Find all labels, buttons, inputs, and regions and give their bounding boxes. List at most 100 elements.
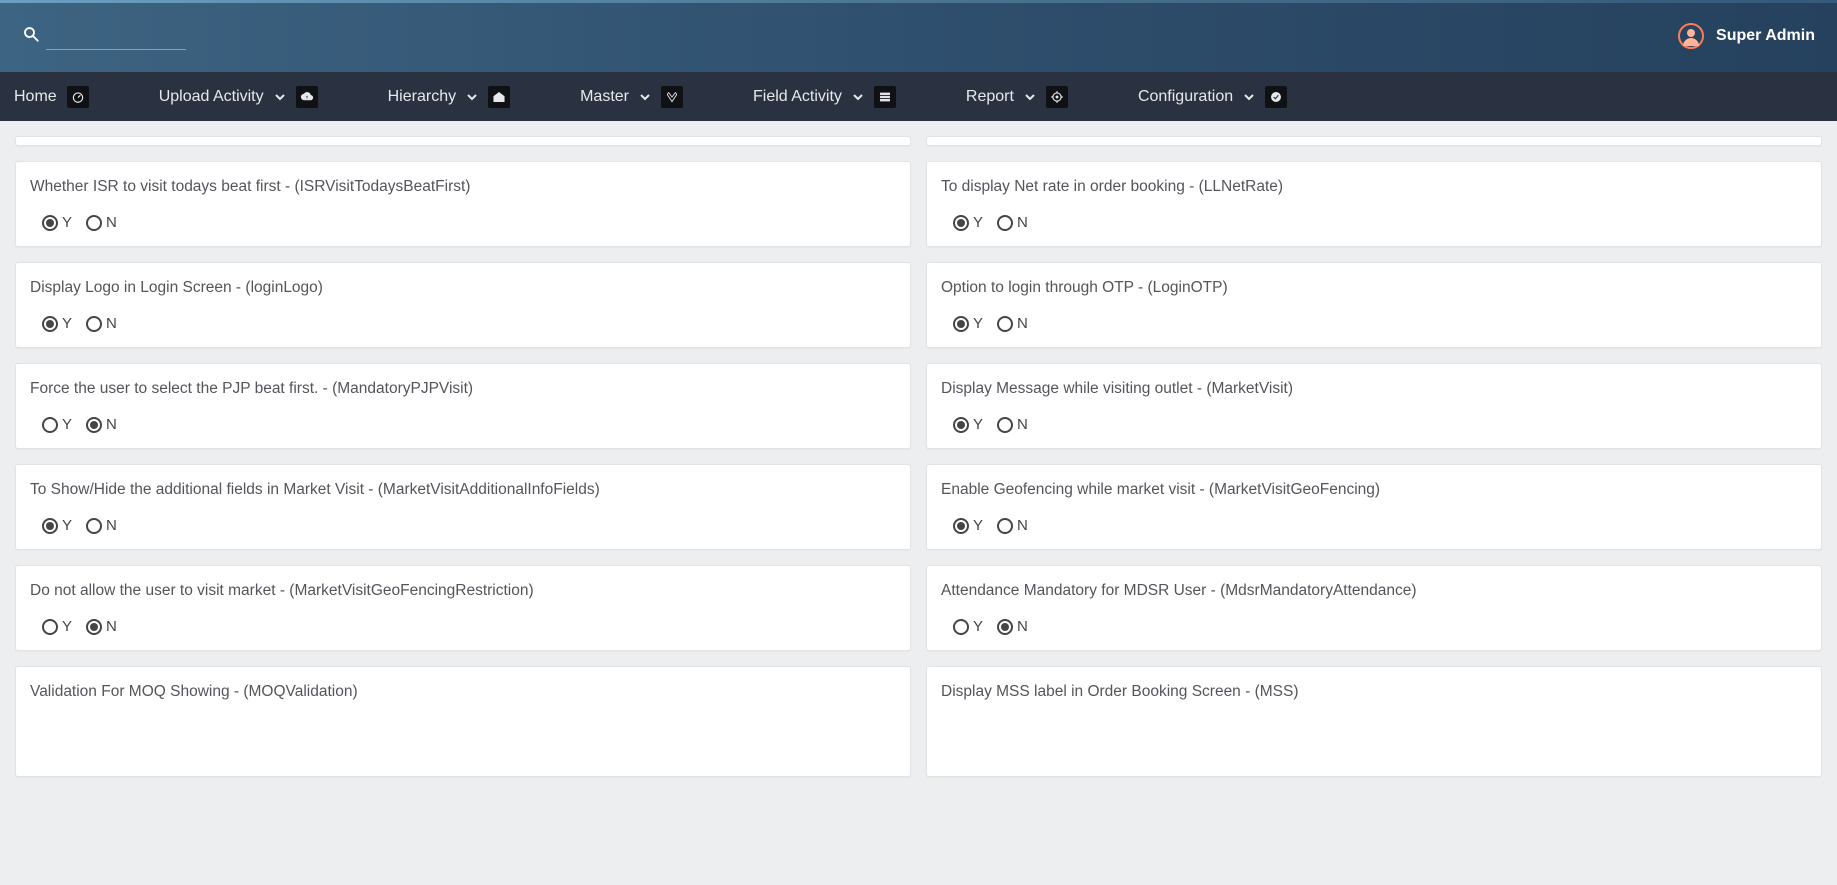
option-label: Y [62, 214, 72, 231]
settings-card-title: Validation For MOQ Showing - (MOQValidat… [30, 683, 896, 701]
header-accent-line [0, 0, 1837, 3]
option-no[interactable]: N [997, 618, 1028, 635]
radio-icon [86, 518, 102, 534]
settings-card-options: YN [941, 618, 1807, 635]
radio-icon [997, 518, 1013, 534]
settings-card-options: YN [941, 517, 1807, 534]
check-circle-icon [1265, 86, 1287, 108]
user-wrap[interactable]: Super Admin [1678, 23, 1815, 49]
radio-icon [997, 619, 1013, 635]
chevron-down-icon [1243, 91, 1255, 103]
radio-icon [997, 316, 1013, 332]
settings-card-options: YN [941, 416, 1807, 433]
radio-icon [42, 215, 58, 231]
settings-card-options: YN [941, 214, 1807, 231]
option-label: N [1017, 315, 1028, 332]
content: Whether ISR to visit todays beat first -… [0, 121, 1837, 885]
settings-card: Validation For MOQ Showing - (MOQValidat… [15, 666, 911, 777]
option-no[interactable]: N [86, 618, 117, 635]
settings-card-peek [15, 136, 911, 146]
settings-card: Force the user to select the PJP beat fi… [15, 363, 911, 449]
settings-card: To Show/Hide the additional fields in Ma… [15, 464, 911, 550]
nav-bar: Home Upload Activity Hierarchy Master Fi… [0, 72, 1837, 121]
radio-icon [953, 518, 969, 534]
radio-icon [42, 417, 58, 433]
option-no[interactable]: N [86, 315, 117, 332]
option-no[interactable]: N [86, 416, 117, 433]
chevron-down-icon [639, 91, 651, 103]
option-yes[interactable]: Y [42, 517, 72, 534]
option-no[interactable]: N [997, 214, 1028, 231]
option-label: Y [973, 214, 983, 231]
nav-item-configuration[interactable]: Configuration [1138, 86, 1287, 108]
option-label: Y [973, 416, 983, 433]
settings-card-options: YN [941, 315, 1807, 332]
cloud-up-icon [296, 86, 318, 108]
option-label: Y [973, 315, 983, 332]
option-label: N [106, 618, 117, 635]
radio-icon [953, 619, 969, 635]
option-label: Y [62, 416, 72, 433]
radio-icon [42, 316, 58, 332]
option-label: N [106, 517, 117, 534]
option-yes[interactable]: Y [42, 315, 72, 332]
settings-card-title: Option to login through OTP - (LoginOTP) [941, 279, 1807, 297]
radio-icon [86, 417, 102, 433]
settings-card: Attendance Mandatory for MDSR User - (Md… [926, 565, 1822, 651]
option-no[interactable]: N [86, 214, 117, 231]
settings-card-options: YN [30, 315, 896, 332]
radio-icon [86, 215, 102, 231]
nav-label: Field Activity [753, 88, 842, 106]
option-yes[interactable]: Y [953, 315, 983, 332]
settings-card: Enable Geofencing while market visit - (… [926, 464, 1822, 550]
nav-item-home[interactable]: Home [14, 86, 89, 108]
option-no[interactable]: N [86, 517, 117, 534]
option-yes[interactable]: Y [953, 618, 983, 635]
settings-card: Option to login through OTP - (LoginOTP)… [926, 262, 1822, 348]
radio-icon [953, 417, 969, 433]
nav-item-hierarchy[interactable]: Hierarchy [388, 86, 510, 108]
radio-icon [953, 316, 969, 332]
nav-label: Hierarchy [388, 88, 456, 106]
option-label: N [106, 214, 117, 231]
option-no[interactable]: N [997, 315, 1028, 332]
chevron-down-icon [852, 91, 864, 103]
option-label: Y [973, 517, 983, 534]
settings-card-title: Display MSS label in Order Booking Scree… [941, 683, 1807, 701]
nav-label: Upload Activity [159, 88, 264, 106]
settings-card: Display MSS label in Order Booking Scree… [926, 666, 1822, 777]
target-icon [1046, 86, 1068, 108]
settings-card-title: Attendance Mandatory for MDSR User - (Md… [941, 582, 1807, 600]
chevron-down-icon [274, 91, 286, 103]
option-no[interactable]: N [997, 416, 1028, 433]
option-yes[interactable]: Y [953, 517, 983, 534]
option-yes[interactable]: Y [953, 214, 983, 231]
settings-card-options: YN [30, 517, 896, 534]
option-yes[interactable]: Y [42, 618, 72, 635]
search-input[interactable] [46, 22, 186, 50]
search-icon [22, 25, 40, 48]
top-header: Super Admin [0, 0, 1837, 72]
option-yes[interactable]: Y [42, 214, 72, 231]
nav-item-field-activity[interactable]: Field Activity [753, 86, 896, 108]
option-no[interactable]: N [997, 517, 1028, 534]
option-yes[interactable]: Y [42, 416, 72, 433]
option-label: N [106, 315, 117, 332]
settings-column-right: To display Net rate in order booking - (… [926, 136, 1822, 880]
nav-label: Master [580, 88, 629, 106]
nav-label: Configuration [1138, 88, 1233, 106]
settings-card-options: YN [30, 618, 896, 635]
radio-icon [997, 417, 1013, 433]
nav-label: Home [14, 88, 57, 106]
settings-card-title: Display Logo in Login Screen - (loginLog… [30, 279, 896, 297]
option-yes[interactable]: Y [953, 416, 983, 433]
settings-card: Do not allow the user to visit market - … [15, 565, 911, 651]
option-label: N [1017, 618, 1028, 635]
settings-card-title: To Show/Hide the additional fields in Ma… [30, 481, 896, 499]
search-wrap [22, 22, 186, 50]
settings-card: Display Message while visiting outlet - … [926, 363, 1822, 449]
settings-card-options: YN [30, 214, 896, 231]
nav-item-master[interactable]: Master [580, 86, 683, 108]
nav-item-upload-activity[interactable]: Upload Activity [159, 86, 318, 108]
nav-item-report[interactable]: Report [966, 86, 1068, 108]
